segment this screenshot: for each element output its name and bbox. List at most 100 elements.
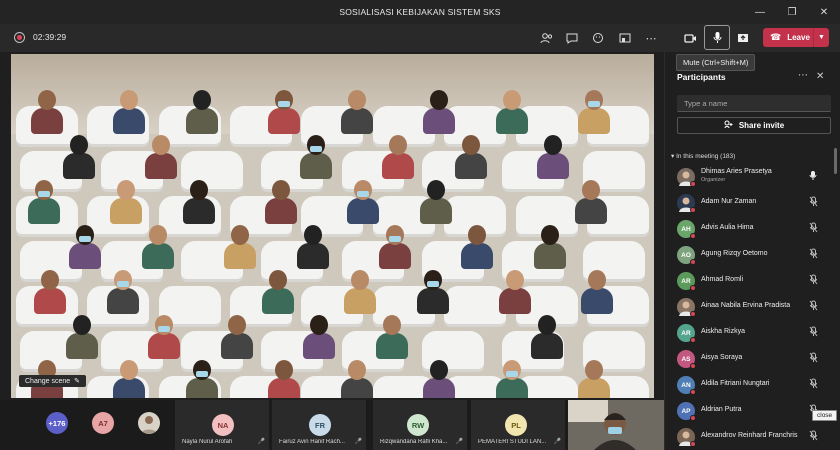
share-icon bbox=[724, 120, 733, 131]
restore-icon[interactable]: ❐ bbox=[776, 0, 808, 24]
camera-icon[interactable] bbox=[680, 29, 700, 47]
mic-icon[interactable] bbox=[809, 170, 817, 183]
mic-muted-icon[interactable] bbox=[809, 300, 818, 313]
attendee-video bbox=[421, 90, 457, 134]
attendee-head bbox=[310, 315, 328, 335]
meeting-section-header[interactable]: ▾ In this meeting (183) bbox=[671, 152, 735, 160]
attendee-body bbox=[581, 288, 613, 314]
call-timer: 02:39:29 bbox=[33, 32, 67, 42]
participant-row[interactable]: AR Ahmad Romli bbox=[665, 268, 840, 294]
attendee-video bbox=[339, 90, 375, 134]
mic-muted-icon[interactable] bbox=[809, 430, 818, 443]
share-invite-button[interactable]: Share invite bbox=[677, 117, 831, 134]
chevron-down-icon[interactable]: ▼ bbox=[813, 28, 829, 47]
avatar: NA bbox=[212, 414, 234, 436]
attendee-head bbox=[424, 270, 442, 290]
tile-name: Rizqwandana Rafli Kha... bbox=[380, 439, 448, 445]
attendee-video bbox=[184, 360, 220, 398]
avatar-photo[interactable] bbox=[138, 412, 160, 434]
tile-name: Nayla Nurul Arofah bbox=[182, 439, 233, 445]
attendee-head bbox=[348, 360, 366, 380]
attendee-body bbox=[496, 108, 528, 134]
attendee-head bbox=[541, 225, 559, 245]
attendee-video bbox=[61, 135, 97, 179]
participant-name: Aiskha Rizkya bbox=[701, 328, 745, 335]
reactions-icon[interactable] bbox=[588, 29, 608, 47]
avatar: RW bbox=[407, 414, 429, 436]
leave-button[interactable]: ☎ Leave ▼ bbox=[763, 28, 829, 47]
participant-row[interactable]: AO Agung Rizqy Oetomo bbox=[665, 242, 840, 268]
self-video-preview[interactable] bbox=[568, 400, 664, 450]
attendee-head bbox=[120, 360, 138, 380]
attendee-video bbox=[535, 135, 571, 179]
video-tile[interactable]: RW Rizqwandana Rafli Kha... 🎤 bbox=[372, 400, 467, 450]
attendee-head bbox=[351, 270, 369, 290]
attendee-video bbox=[345, 180, 381, 224]
attendee-head bbox=[70, 135, 88, 155]
attendee-body bbox=[531, 333, 563, 359]
rooms-icon[interactable] bbox=[615, 29, 635, 47]
attendee-body bbox=[69, 243, 101, 269]
attendee-body bbox=[265, 198, 297, 224]
participant-row[interactable]: AH Advis Aulia Hima bbox=[665, 216, 840, 242]
tile-name: PEMATERI STUDI LAN... bbox=[478, 439, 547, 445]
video-tile[interactable]: FR Fairuz Avin Hanif Rach... 🎤 bbox=[271, 400, 366, 450]
face-mask bbox=[196, 371, 208, 377]
mic-muted-icon[interactable] bbox=[809, 352, 818, 365]
attendee-body bbox=[420, 198, 452, 224]
mic-muted-icon[interactable] bbox=[809, 326, 818, 339]
scrollbar[interactable] bbox=[834, 148, 837, 174]
participant-name: Agung Rizqy Oetomo bbox=[701, 250, 768, 257]
mute-button[interactable] bbox=[704, 25, 730, 50]
close-window-icon[interactable]: ✕ bbox=[808, 0, 840, 24]
video-tile[interactable]: NA Nayla Nurul Arofah 🎤 bbox=[174, 400, 269, 450]
people-icon[interactable] bbox=[536, 29, 556, 47]
face-mask bbox=[38, 191, 50, 197]
mic-muted-icon[interactable] bbox=[809, 222, 818, 235]
face-mask bbox=[117, 281, 129, 287]
window-title: SOSIALISASI KEBIJAKAN SISTEM SKS bbox=[339, 7, 501, 17]
participant-row[interactable]: Dhimas Aries Prasetya Organizer bbox=[665, 164, 840, 190]
participant-row[interactable]: AR Aiskha Rizkya bbox=[665, 320, 840, 346]
attendee-head bbox=[304, 225, 322, 245]
mic-muted-icon[interactable] bbox=[809, 274, 818, 287]
attendee-head bbox=[152, 135, 170, 155]
overflow-count-badge[interactable]: +176 bbox=[46, 412, 68, 434]
mic-muted-icon[interactable] bbox=[809, 248, 818, 261]
participant-row[interactable]: AS Aisya Soraya bbox=[665, 346, 840, 372]
chat-icon[interactable] bbox=[562, 29, 582, 47]
attendee-video bbox=[260, 270, 296, 314]
attendee-body bbox=[575, 198, 607, 224]
participant-row[interactable]: Alexandrov Reinhard Franchris bbox=[665, 424, 840, 450]
attendee-head bbox=[430, 360, 448, 380]
share-screen-icon[interactable] bbox=[733, 29, 753, 47]
minimize-icon[interactable]: — bbox=[744, 0, 776, 24]
video-tile[interactable]: PL PEMATERI STUDI LAN... 🎤 bbox=[470, 400, 565, 450]
participant-role: Organizer bbox=[701, 177, 726, 183]
attendee-video bbox=[579, 270, 615, 314]
attendee-head bbox=[41, 270, 59, 290]
attendee-head bbox=[231, 225, 249, 245]
participant-row[interactable]: AN Aldila Fitriani Nungtari bbox=[665, 372, 840, 398]
attendee-video bbox=[301, 315, 337, 359]
mic-muted-icon[interactable] bbox=[809, 196, 818, 209]
participant-row[interactable]: Adam Nur Zaman bbox=[665, 190, 840, 216]
attendee-body bbox=[537, 153, 569, 179]
attendee-video bbox=[529, 315, 565, 359]
attendee-body bbox=[268, 378, 300, 398]
close-panel-icon[interactable]: ✕ bbox=[816, 71, 824, 82]
avatar[interactable]: A7 bbox=[92, 412, 114, 434]
change-scene-button[interactable]: Change scene ✎ bbox=[19, 375, 87, 387]
attendee-head bbox=[503, 360, 521, 380]
more-options-icon[interactable]: ⋯ bbox=[641, 29, 661, 47]
participant-search-input[interactable]: Type a name bbox=[677, 95, 831, 112]
more-options-icon[interactable]: ⋯ bbox=[798, 70, 808, 81]
panel-title: Participants bbox=[677, 72, 726, 82]
attendee-body bbox=[221, 333, 253, 359]
attendee-head bbox=[389, 135, 407, 155]
presence-status-icon bbox=[690, 441, 696, 447]
mic-muted-icon[interactable] bbox=[809, 378, 818, 391]
participant-row[interactable]: Ainaa Nabila Ervina Pradista bbox=[665, 294, 840, 320]
participant-strip: +176 A7 NA Nayla Nurul Arofah 🎤 FR Fairu… bbox=[0, 400, 664, 450]
call-toolbar: 02:39:29 ⋯ ☎ Leave ▼ bbox=[0, 24, 840, 52]
